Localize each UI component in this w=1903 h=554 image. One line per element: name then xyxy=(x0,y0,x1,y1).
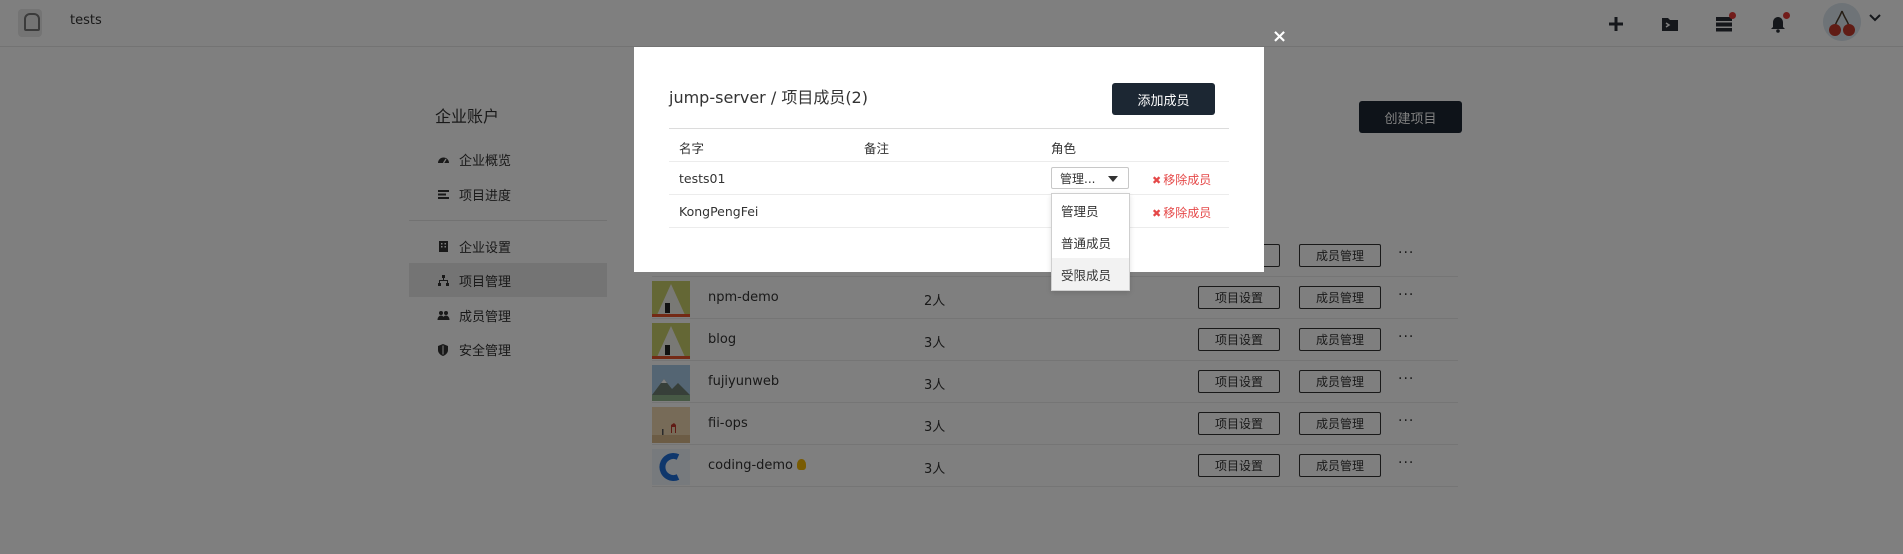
role-dropdown-menu: 管理员 普通成员 受限成员 xyxy=(1051,193,1130,291)
table-row: KongPengFei ✖ 移除成员 xyxy=(669,195,1229,228)
member-name: tests01 xyxy=(679,171,726,186)
remove-member-link[interactable]: ✖ 移除成员 xyxy=(1152,171,1211,188)
role-option-restricted[interactable]: 受限成员 xyxy=(1052,258,1129,290)
caret-down-icon xyxy=(1108,176,1118,182)
role-select-value: 管理... xyxy=(1060,171,1096,186)
table-row: tests01 管理... ✖ 移除成员 xyxy=(669,162,1229,195)
close-icon[interactable]: × xyxy=(1272,26,1287,47)
role-select[interactable]: 管理... xyxy=(1051,167,1129,189)
remove-member-link[interactable]: ✖ 移除成员 xyxy=(1152,204,1211,221)
role-option-admin[interactable]: 管理员 xyxy=(1052,194,1129,226)
remove-member-label: 移除成员 xyxy=(1163,206,1212,220)
members-table: 名字 备注 角色 tests01 管理... ✖ 移除成员 KongPengFei… xyxy=(669,128,1229,228)
close-icon: ✖ xyxy=(1152,207,1162,220)
table-header: 名字 备注 角色 xyxy=(669,128,1229,162)
column-header-role: 角色 xyxy=(1051,141,1077,156)
add-member-button[interactable]: 添加成员 xyxy=(1112,83,1215,115)
members-modal: jump-server / 项目成员(2) 添加成员 名字 备注 角色 test… xyxy=(634,47,1264,272)
member-name: KongPengFei xyxy=(679,204,759,219)
role-option-member[interactable]: 普通成员 xyxy=(1052,226,1129,258)
remove-member-label: 移除成员 xyxy=(1163,173,1212,187)
column-header-name: 名字 xyxy=(679,141,705,156)
modal-title: jump-server / 项目成员(2) xyxy=(669,88,868,107)
close-icon: ✖ xyxy=(1152,174,1162,187)
column-header-note: 备注 xyxy=(864,141,890,156)
